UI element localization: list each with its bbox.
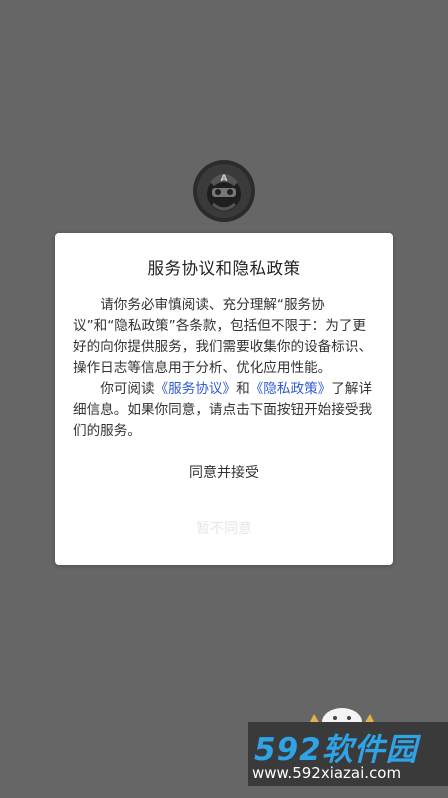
watermark-url: www.592xiazai.com <box>252 764 402 782</box>
dialog-paragraph-1: 请你务必审慎阅读、充分理解“服务协议”和“隐私政策”各条款，包括但不限于：为了更… <box>73 297 373 376</box>
watermark: 592软件园 www.592xiazai.com <box>248 722 448 786</box>
privacy-policy-link[interactable]: 《隐私政策》 <box>250 381 332 397</box>
dialog-body: 请你务必审慎阅读、充分理解“服务协议”和“隐私政策”各条款，包括但不限于：为了更… <box>73 295 373 442</box>
app-logo-letter: A <box>221 174 228 184</box>
dialog-title: 服务协议和隐私政策 <box>147 259 301 278</box>
accept-button[interactable]: 同意并接受 <box>145 457 303 489</box>
app-logo-icon: A <box>193 160 255 222</box>
dialog-paragraph-2: 你可阅读《服务协议》和《隐私政策》了解详细信息。如果你同意，请点击下面按钮开始接… <box>73 379 373 442</box>
para2-and: 和 <box>236 381 250 397</box>
watermark-logo-text: 592软件园 <box>254 732 418 768</box>
privacy-dialog: 服务协议和隐私政策 请你务必审慎阅读、充分理解“服务协议”和“隐私政策”各条款，… <box>55 233 393 565</box>
service-agreement-link[interactable]: 《服务协议》 <box>155 381 237 397</box>
para2-prefix: 你可阅读 <box>100 381 155 397</box>
reject-button[interactable]: 暂不同意 <box>145 513 303 545</box>
